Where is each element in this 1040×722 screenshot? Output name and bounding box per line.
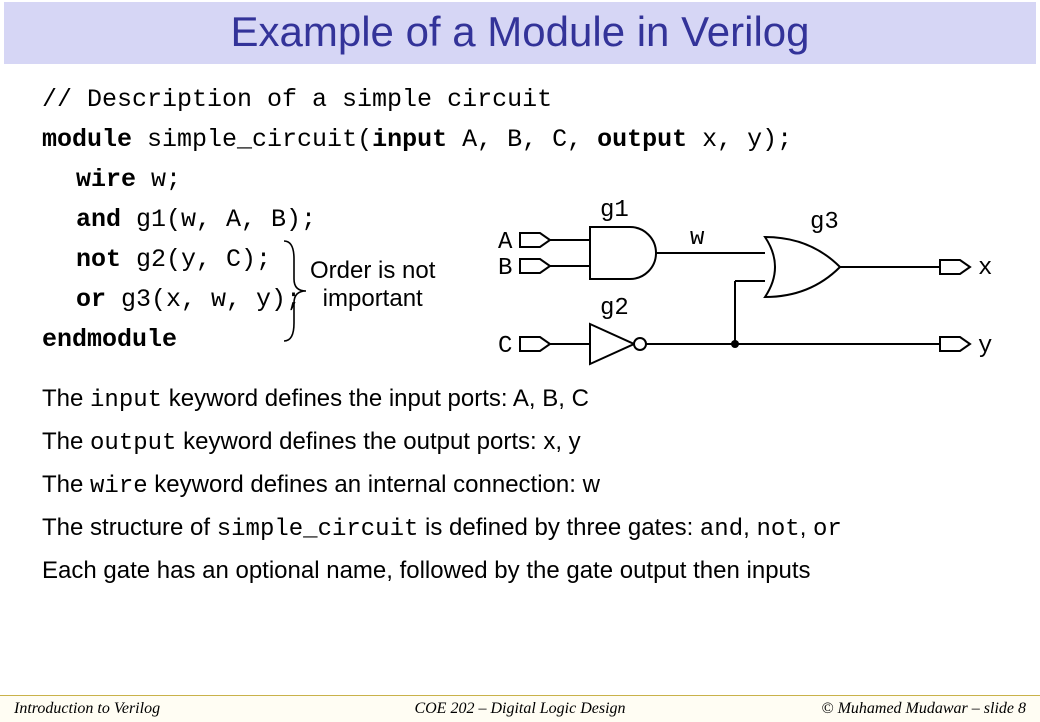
code-word: or [813,516,842,543]
kw-not: not [76,245,121,274]
code-comment: // Description of a simple circuit [42,85,998,114]
label-w: w [690,225,704,252]
kw-wire: wire [76,165,136,194]
label-g1: g1 [600,197,629,224]
label-A: A [498,229,512,256]
label-g2: g2 [600,295,629,322]
slide: Example of a Module in Verilog // Descri… [0,2,1040,722]
t: The [42,385,90,412]
wire-rest: w; [136,165,181,194]
explain-wire: The wire keyword defines an internal con… [42,471,998,500]
circuit-diagram: A B C g1 g2 g3 w x y [510,197,990,387]
label-y: y [978,333,992,360]
t: , [800,514,813,541]
module-name: simple_circuit( [147,125,372,154]
t: The [42,471,90,498]
label-g3: g3 [810,209,839,236]
kw-output: output [597,125,687,154]
t: keyword defines an internal connection: … [148,471,600,498]
t: keyword defines the input ports: A, B, C [162,385,589,412]
not-rest: g2(y, C); [121,245,271,274]
t: , [743,514,756,541]
explain-gatename: Each gate has an optional name, followed… [42,557,998,585]
label-B: B [498,255,512,282]
kw-input: input [372,125,447,154]
explain-output: The output keyword defines the output po… [42,428,998,457]
code-word: not [756,516,799,543]
input-args: A, B, C, [447,125,597,154]
code-module-decl: module simple_circuit(input A, B, C, out… [42,125,998,154]
t: The [42,428,90,455]
footer-right: © Muhamed Mudawar – slide 8 [821,700,1026,718]
code-word: wire [90,473,148,500]
code-word: output [90,430,176,457]
t: keyword defines the output ports: x, y [176,428,580,455]
t: is defined by three gates: [418,514,700,541]
page-title: Example of a Module in Verilog [4,2,1036,64]
label-C: C [498,333,512,360]
code-word: input [90,387,162,414]
footer: Introduction to Verilog COE 202 – Digita… [0,695,1040,722]
t: The structure of [42,514,217,541]
or-rest: g3(x, w, y); [106,285,301,314]
kw-or: or [76,285,106,314]
order-line1: Order is not [310,257,435,284]
explain-input: The input keyword defines the input port… [42,385,998,414]
label-x: x [978,255,992,282]
code-wire: wire w; [42,165,998,194]
order-note: Order is not important [304,257,429,312]
code-word: simple_circuit [217,516,419,543]
kw-module: module [42,125,147,154]
kw-and: and [76,205,121,234]
code-word: and [700,516,743,543]
and-rest: g1(w, A, B); [121,205,316,234]
explain-structure: The structure of simple_circuit is defin… [42,514,998,543]
output-args: x, y); [687,125,792,154]
order-line2: important [323,285,423,312]
